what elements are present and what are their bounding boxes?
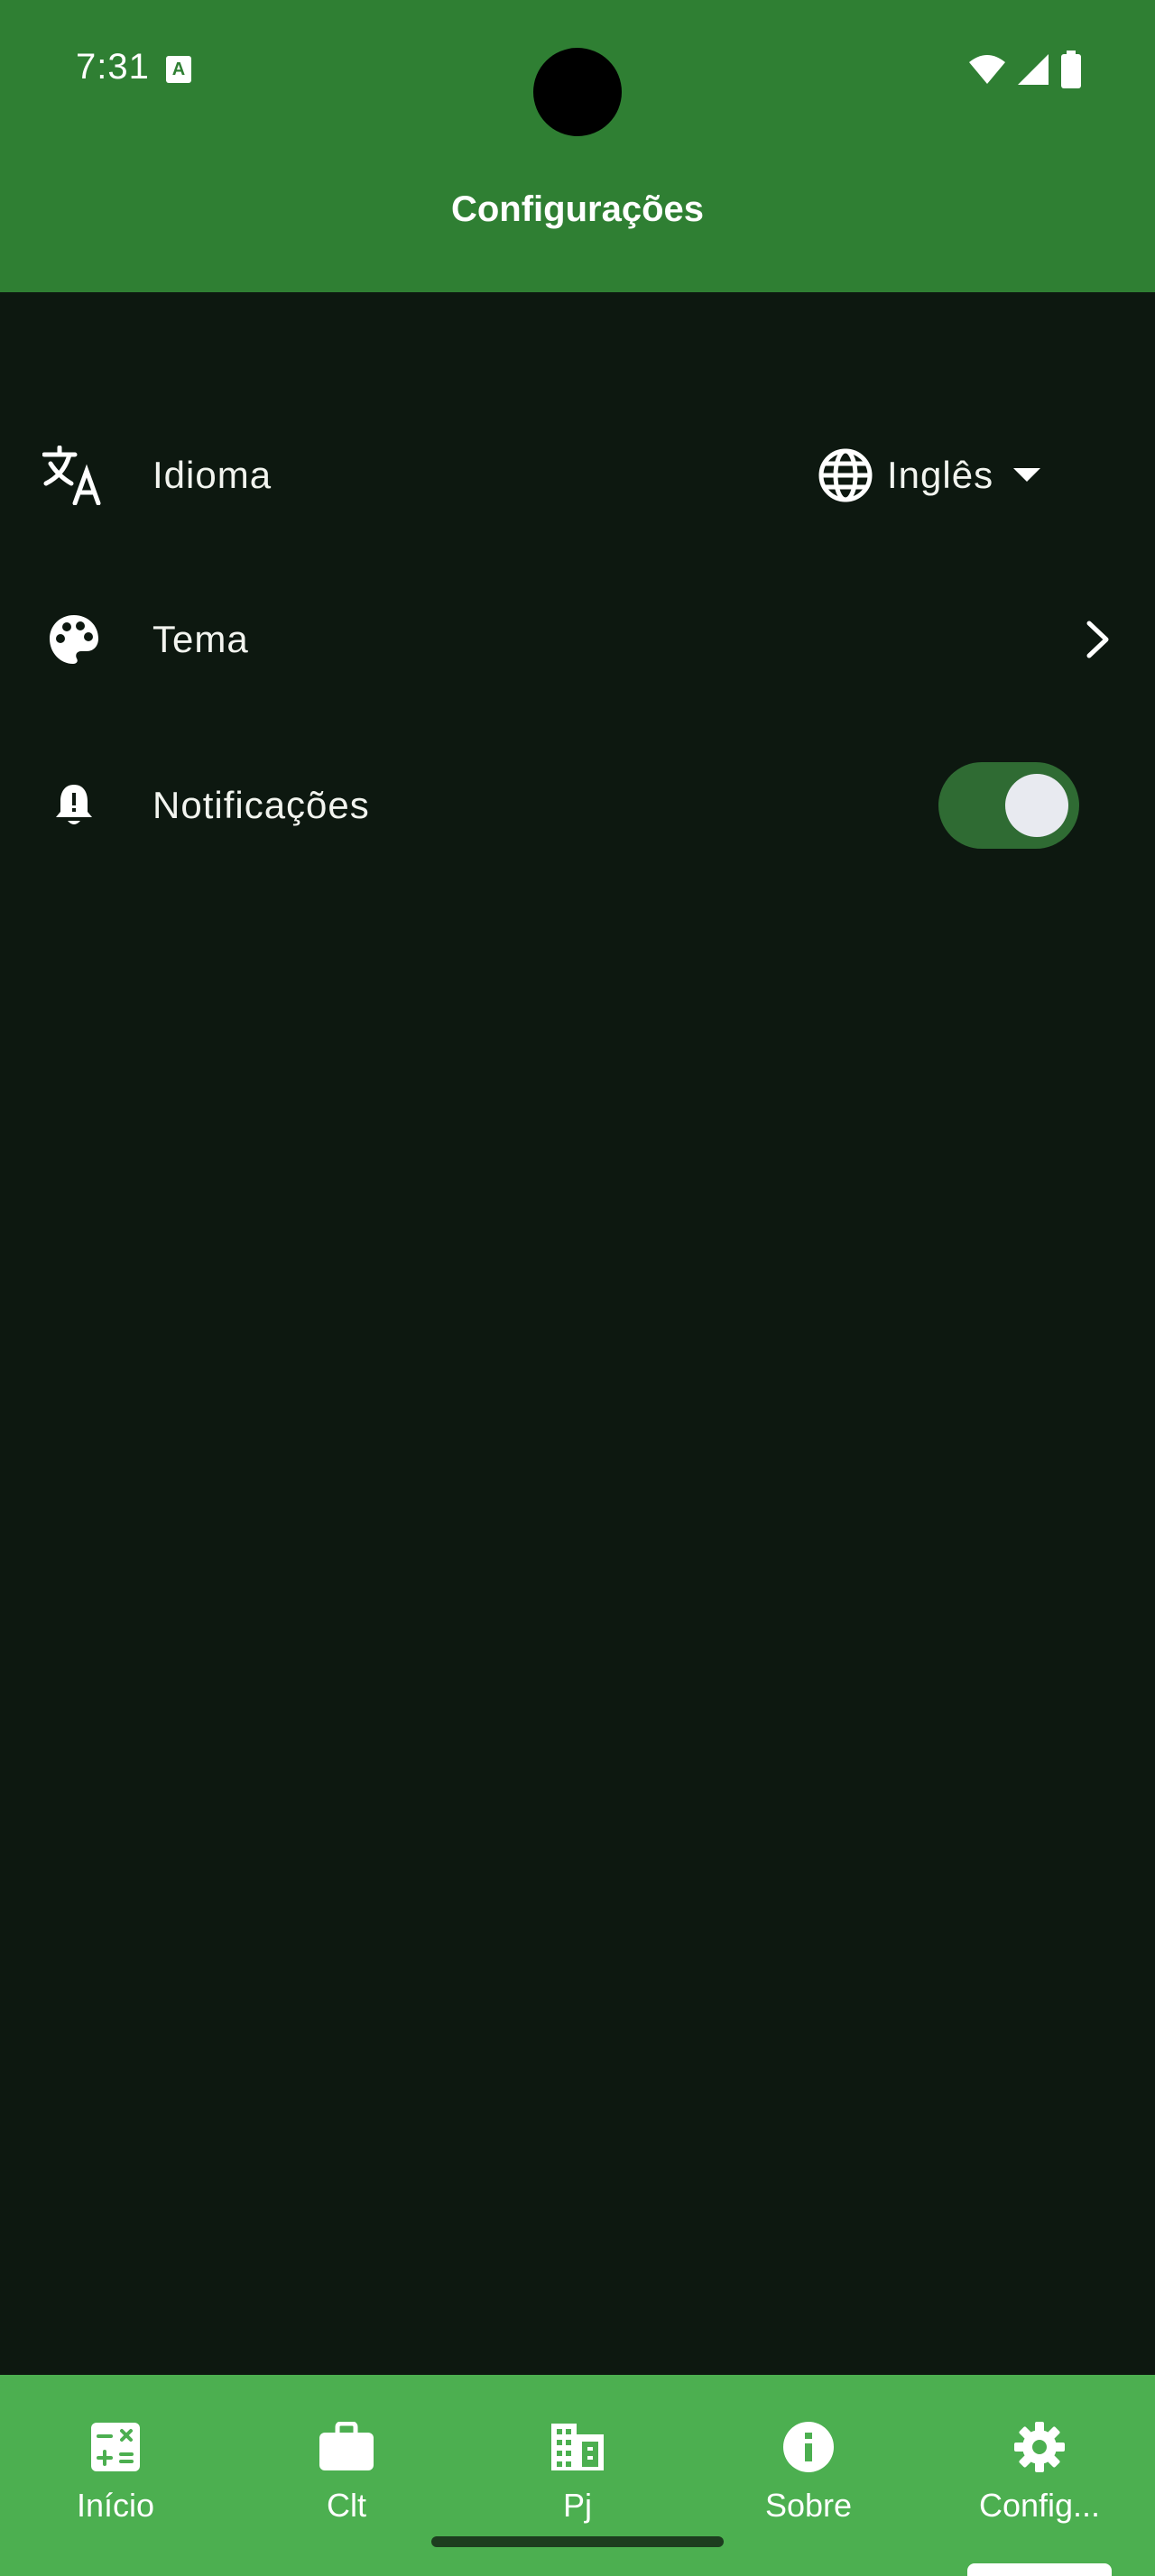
camera-cutout [533, 48, 622, 136]
active-tab-indicator [967, 2563, 1112, 2576]
info-icon [780, 2418, 837, 2476]
language-label: Idioma [152, 454, 273, 496]
globe-icon [818, 448, 873, 502]
calculator-icon [87, 2418, 144, 2476]
nav-label-sobre: Sobre [764, 2487, 853, 2524]
setting-notifications-row: Notificações [0, 738, 1155, 873]
chevron-right-icon [1086, 621, 1109, 658]
palette-icon [42, 607, 106, 672]
nav-item-sobre[interactable]: Sobre [693, 2375, 924, 2555]
status-icons [967, 51, 1083, 88]
cell-signal-icon [1018, 54, 1049, 85]
gear-icon [1011, 2418, 1068, 2476]
toggle-knob [1005, 774, 1068, 837]
gesture-bar[interactable] [431, 2536, 724, 2547]
app-bar: 7:31 Configurações [0, 0, 1155, 292]
translate-icon [42, 443, 106, 508]
briefcase-icon [318, 2418, 375, 2476]
app-notification-icon [166, 56, 191, 83]
setting-language-row: Idioma Inglês [0, 408, 1155, 543]
nav-label-clt: Clt [327, 2487, 366, 2524]
nav-item-inicio[interactable]: Início [0, 2375, 231, 2555]
setting-theme-row[interactable]: Tema [0, 572, 1155, 707]
bell-alert-icon [42, 773, 106, 838]
theme-label: Tema [152, 618, 249, 660]
language-dropdown[interactable]: Inglês [817, 439, 1041, 511]
nav-label-config: Config... [978, 2487, 1101, 2524]
battery-icon [1061, 51, 1081, 88]
nav-item-pj[interactable]: Pj [462, 2375, 693, 2555]
status-time: 7:31 [76, 47, 150, 87]
building-icon [549, 2418, 606, 2476]
notifications-toggle[interactable] [938, 762, 1079, 849]
notifications-label: Notificações [152, 784, 370, 826]
dropdown-arrow-icon [1013, 468, 1041, 482]
nav-label-inicio: Início [76, 2487, 155, 2524]
nav-label-pj: Pj [562, 2487, 592, 2524]
nav-item-config[interactable]: Config... [924, 2375, 1155, 2555]
nav-item-clt[interactable]: Clt [231, 2375, 462, 2555]
page-title: Configurações [450, 189, 705, 229]
wifi-icon [969, 55, 1005, 84]
language-selected-value: Inglês [887, 454, 994, 496]
